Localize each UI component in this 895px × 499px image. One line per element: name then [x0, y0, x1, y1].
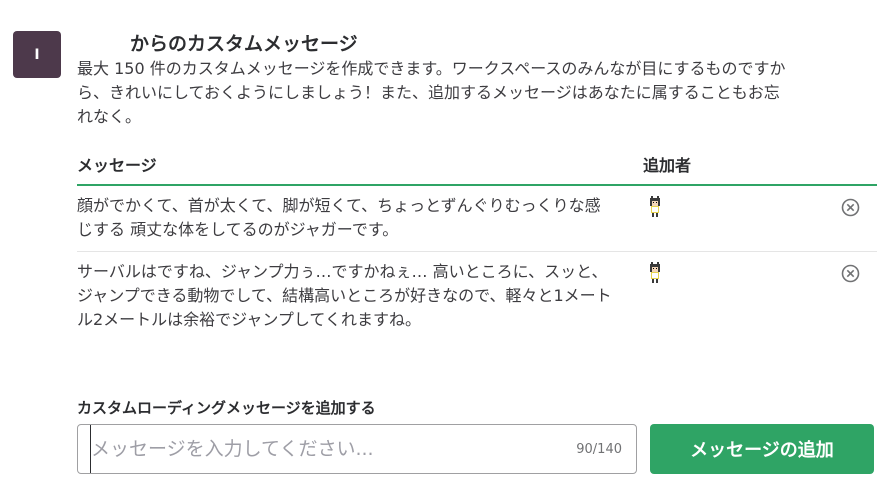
message-input[interactable] [90, 425, 560, 473]
char-counter: 90/140 [576, 442, 622, 457]
table-row: 顔がでかくて、首が太くて、脚が短くて、ちょっとずんぐりむっくりな感じする 頑丈な… [77, 186, 877, 252]
user-avatar-icon [650, 196, 660, 217]
team-icon-letter: I [34, 46, 40, 63]
message-text: 顔がでかくて、首が太くて、脚が短くて、ちょっとずんぐりむっくりな感じする 頑丈な… [77, 196, 601, 239]
team-icon: I [13, 31, 61, 78]
column-header-message: メッセージ [77, 156, 157, 175]
user-avatar-icon [650, 262, 660, 283]
remove-message-button[interactable] [841, 198, 860, 217]
message-text: サーバルはですね、ジャンプ力ぅ…ですかねぇ… 高いところに、スッと、ジャンプでき… [77, 262, 612, 329]
add-message-label: カスタムローディングメッセージを追加する [77, 399, 376, 417]
page-description: 最大 150 件のカスタムメッセージを作成できます。ワークスペースのみんなが目に… [77, 59, 786, 126]
remove-message-button[interactable] [841, 264, 860, 283]
column-header-adder: 追加者 [643, 156, 692, 175]
page-title: からのカスタムメッセージ [130, 33, 358, 55]
table-row: サーバルはですね、ジャンプ力ぅ…ですかねぇ… 高いところに、スッと、ジャンプでき… [77, 252, 877, 362]
message-input-container: 90/140 [77, 424, 637, 474]
add-message-button[interactable]: メッセージの追加 [650, 424, 874, 474]
custom-messages-page: I からのカスタムメッセージ 最大 150 件のカスタムメッセージを作成できます… [0, 0, 895, 499]
